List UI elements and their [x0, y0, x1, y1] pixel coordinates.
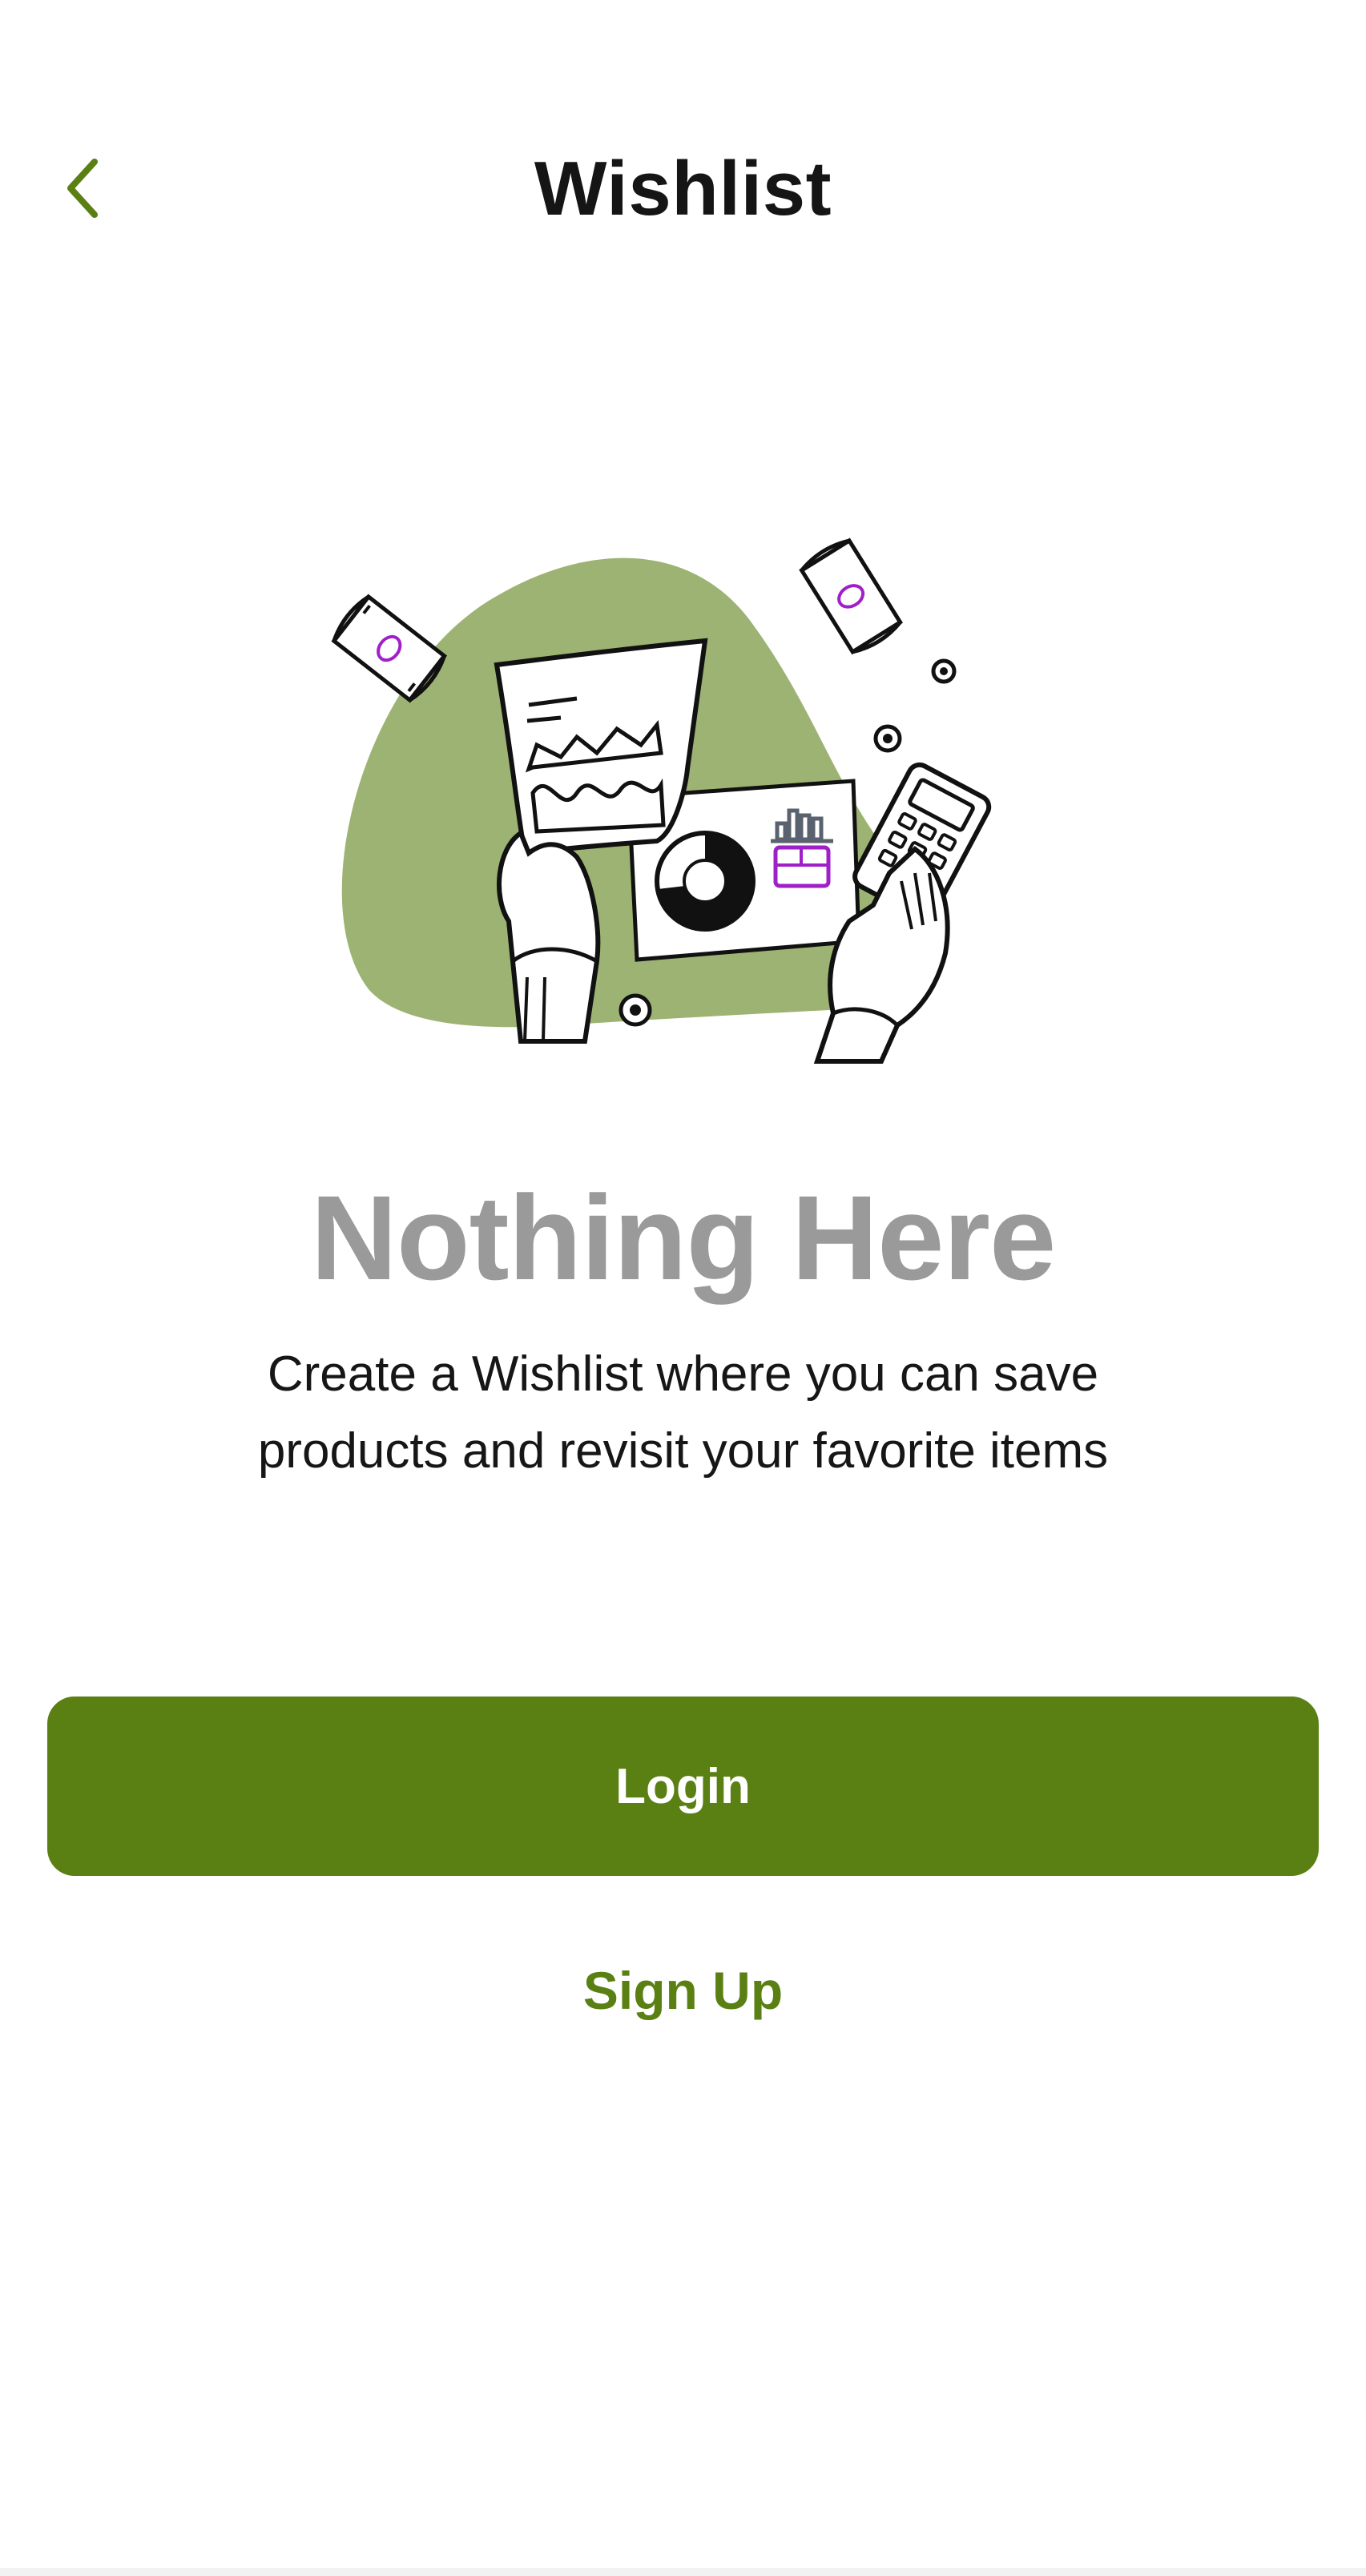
report-document	[494, 638, 708, 856]
empty-state-title: Nothing Here	[310, 1170, 1057, 1305]
header: Wishlist	[0, 120, 1366, 256]
banknote-right	[799, 537, 904, 655]
bottom-edge	[0, 2568, 1366, 2576]
empty-state-subtitle: Create a Wishlist where you can save pro…	[257, 1346, 1109, 1479]
finance-documents-illustration	[331, 537, 992, 1064]
login-button[interactable]: Login	[47, 1697, 1319, 1876]
sign-up-link[interactable]: Sign Up	[0, 1946, 1366, 2035]
wishlist-screen: Wishlist Nothing Here Create a Wishlist …	[0, 0, 1366, 2576]
page-title: Wishlist	[534, 146, 832, 231]
empty-state-illustration	[320, 529, 1058, 1073]
